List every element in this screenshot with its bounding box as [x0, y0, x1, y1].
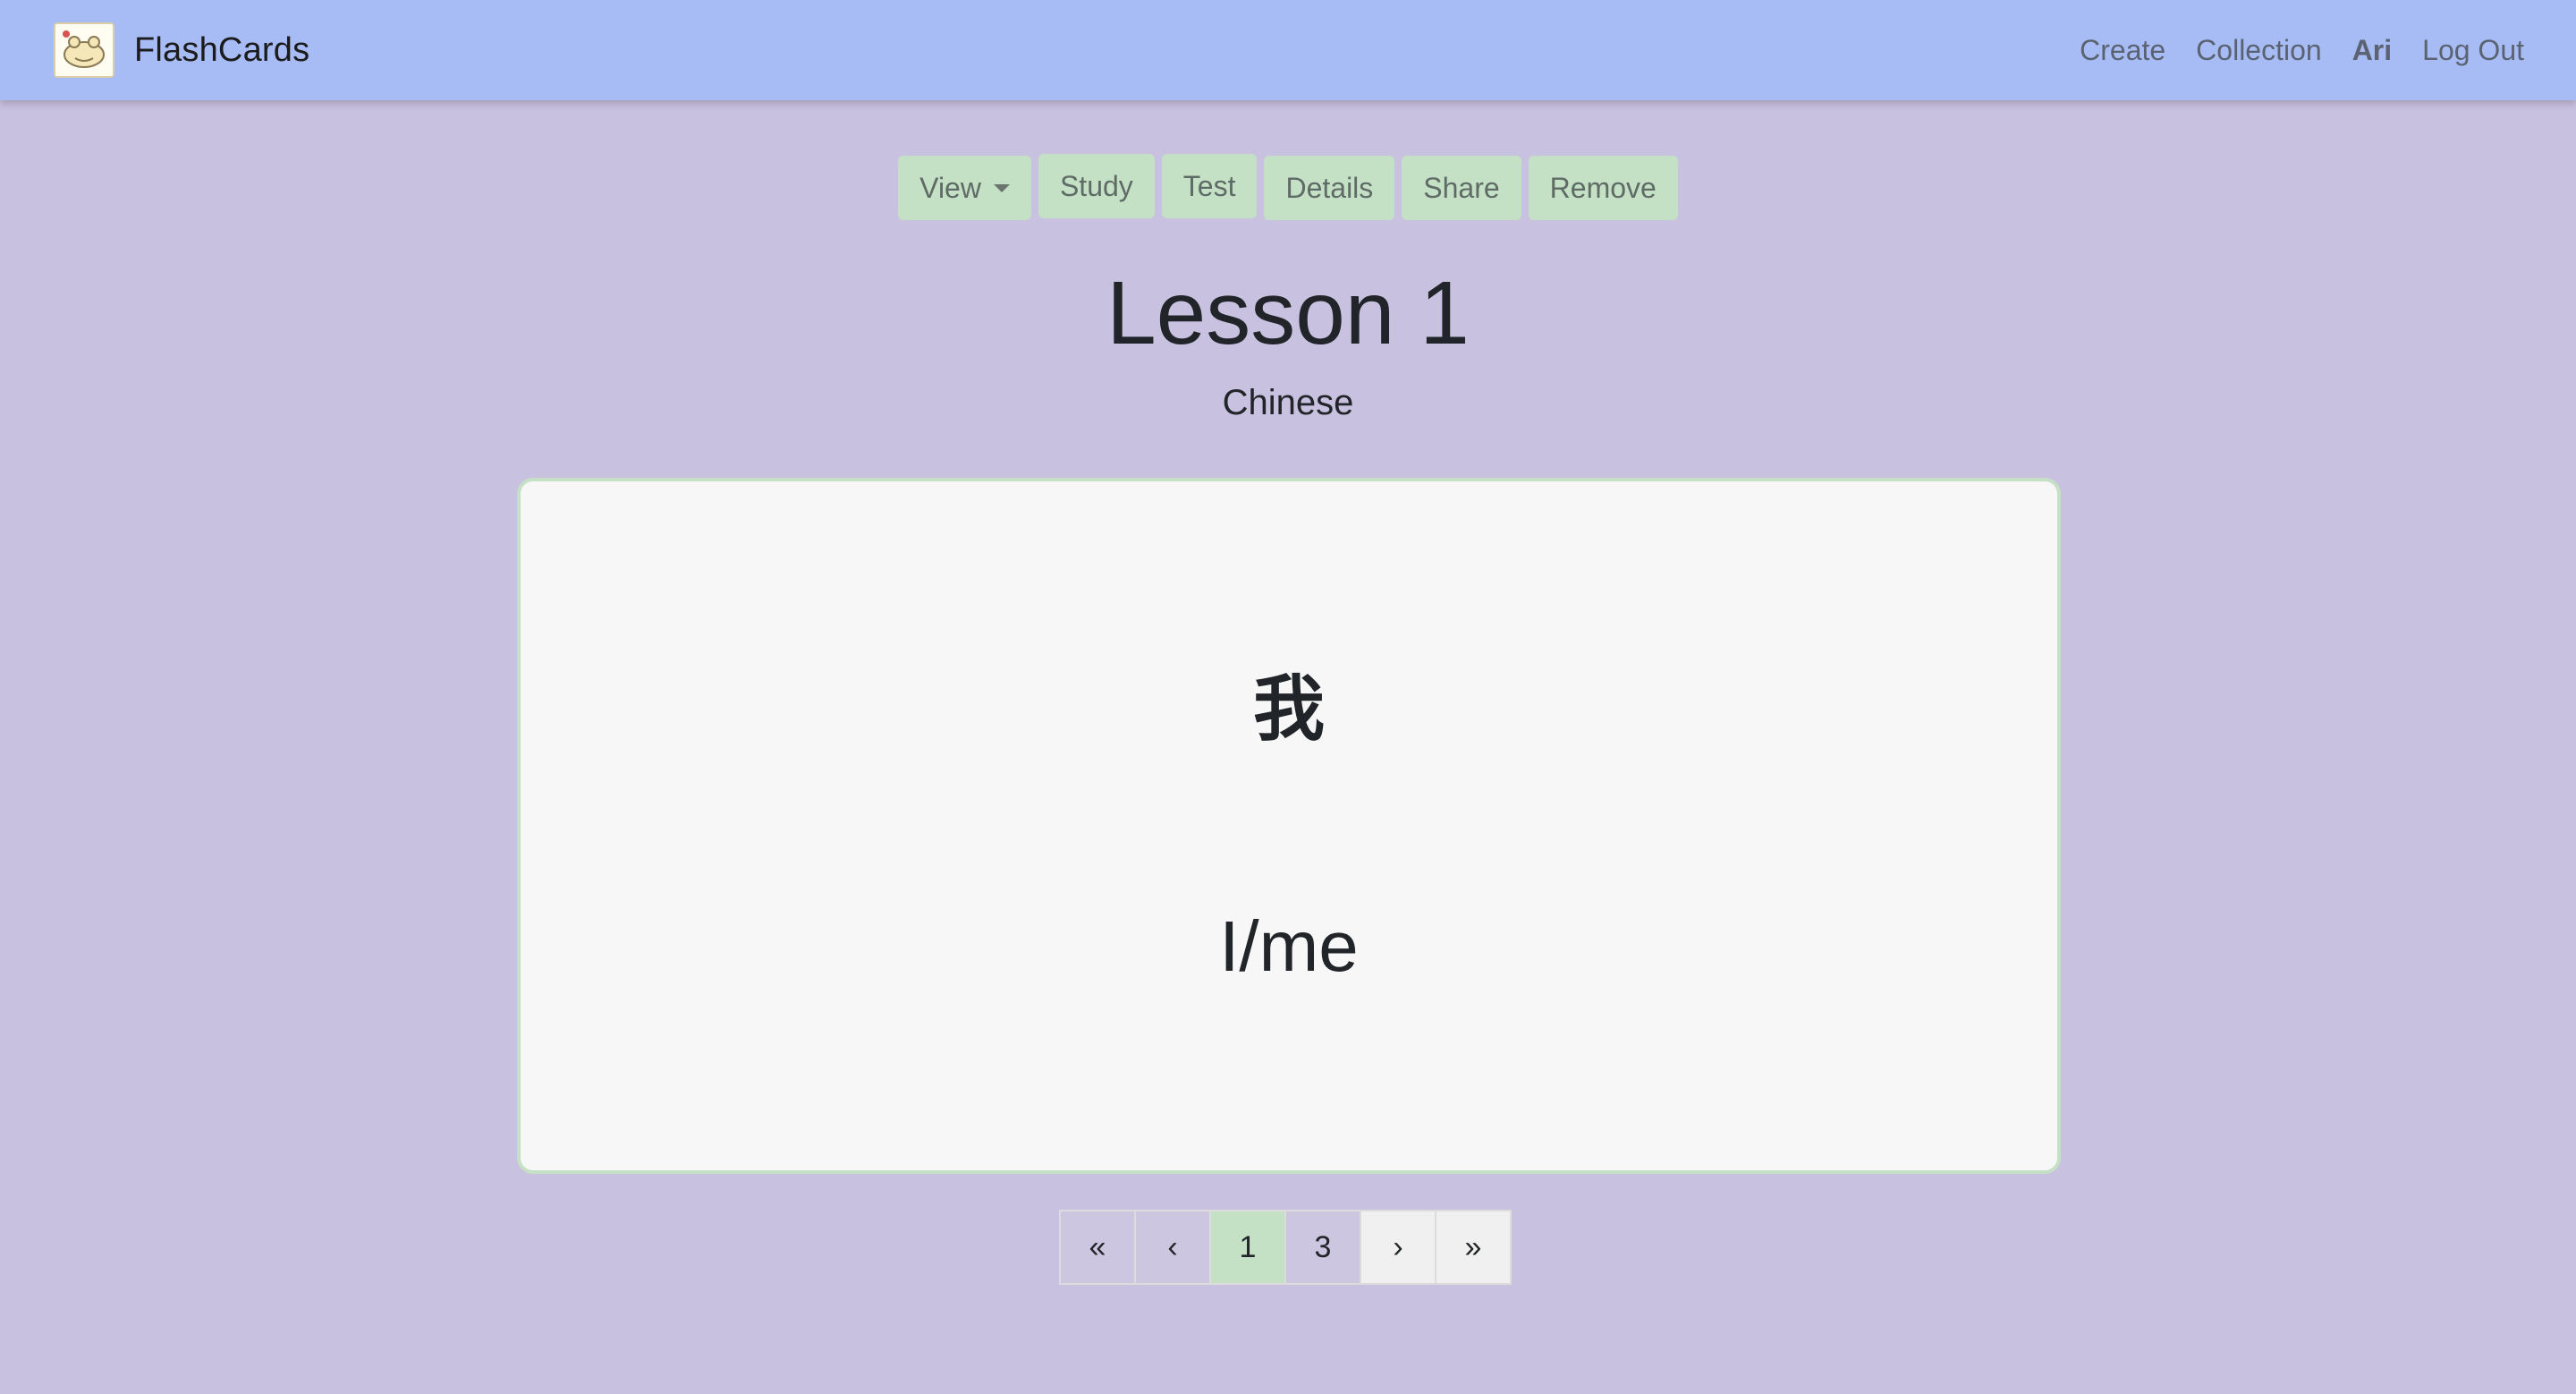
- test-button[interactable]: Test: [1161, 154, 1258, 218]
- flashcard-back-text: I/me: [1219, 906, 1359, 986]
- share-button[interactable]: Share: [1402, 156, 1521, 220]
- view-dropdown-button[interactable]: View: [898, 156, 1031, 220]
- view-button-label: View: [919, 171, 981, 204]
- last-page-button[interactable]: »: [1435, 1210, 1512, 1285]
- page-button-1[interactable]: 1: [1209, 1210, 1286, 1285]
- top-navbar: FlashCards Create Collection Ari Log Out: [0, 0, 2576, 100]
- pagination: « ‹ 1 3 › »: [1059, 1210, 1512, 1285]
- nav-links: Create Collection Ari Log Out: [2080, 34, 2524, 67]
- nav-user-link[interactable]: Ari: [2352, 34, 2392, 67]
- deck-language: Chinese: [1222, 383, 1354, 422]
- flashcard[interactable]: 我 I/me: [517, 478, 2061, 1174]
- deck-title: Lesson 1: [1106, 263, 1470, 363]
- first-page-button[interactable]: «: [1059, 1210, 1136, 1285]
- next-page-button[interactable]: ›: [1360, 1210, 1436, 1285]
- flashcard-front-text: 我: [1253, 667, 1325, 751]
- details-button[interactable]: Details: [1264, 156, 1395, 220]
- page-button-3[interactable]: 3: [1284, 1210, 1361, 1285]
- brand[interactable]: FlashCards: [54, 22, 309, 78]
- brand-name[interactable]: FlashCards: [134, 31, 309, 70]
- deck-toolbar: View Study Test Details Share Remove: [0, 154, 2576, 220]
- nav-create-link[interactable]: Create: [2080, 34, 2165, 67]
- chevron-down-icon: [993, 183, 1010, 192]
- nav-logout-link[interactable]: Log Out: [2422, 34, 2524, 67]
- study-button[interactable]: Study: [1038, 154, 1155, 218]
- nav-collection-link[interactable]: Collection: [2196, 34, 2322, 67]
- previous-page-button[interactable]: ‹: [1134, 1210, 1211, 1285]
- remove-button[interactable]: Remove: [1528, 156, 1678, 220]
- frog-logo-icon: [54, 22, 114, 78]
